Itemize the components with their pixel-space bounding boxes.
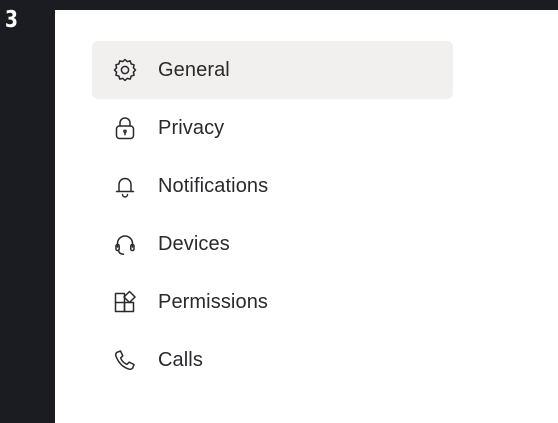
apps-grid-icon (111, 288, 139, 316)
lock-icon (111, 114, 139, 142)
bell-icon (111, 172, 139, 200)
gear-icon (111, 56, 139, 84)
menu-item-permissions[interactable]: Permissions (92, 273, 453, 331)
menu-item-label: Calls (158, 348, 203, 371)
menu-item-label: Privacy (158, 116, 225, 139)
phone-icon (111, 346, 139, 374)
settings-menu: General Privacy Notifications Devices Pe… (92, 41, 453, 389)
menu-item-calls[interactable]: Calls (92, 331, 453, 389)
menu-item-label: General (158, 58, 230, 81)
menu-item-label: Permissions (158, 290, 269, 313)
step-number-badge: 3 (4, 7, 19, 33)
menu-item-devices[interactable]: Devices (92, 215, 453, 273)
menu-item-privacy[interactable]: Privacy (92, 99, 453, 157)
menu-item-general[interactable]: General (92, 41, 453, 99)
menu-item-notifications[interactable]: Notifications (92, 157, 453, 215)
menu-item-label: Devices (158, 232, 230, 255)
settings-panel: General Privacy Notifications Devices Pe… (55, 10, 558, 423)
menu-item-label: Notifications (158, 174, 269, 197)
tutorial-frame: 3 General Privacy Notifications Devices … (0, 0, 558, 423)
headset-icon (111, 230, 139, 258)
